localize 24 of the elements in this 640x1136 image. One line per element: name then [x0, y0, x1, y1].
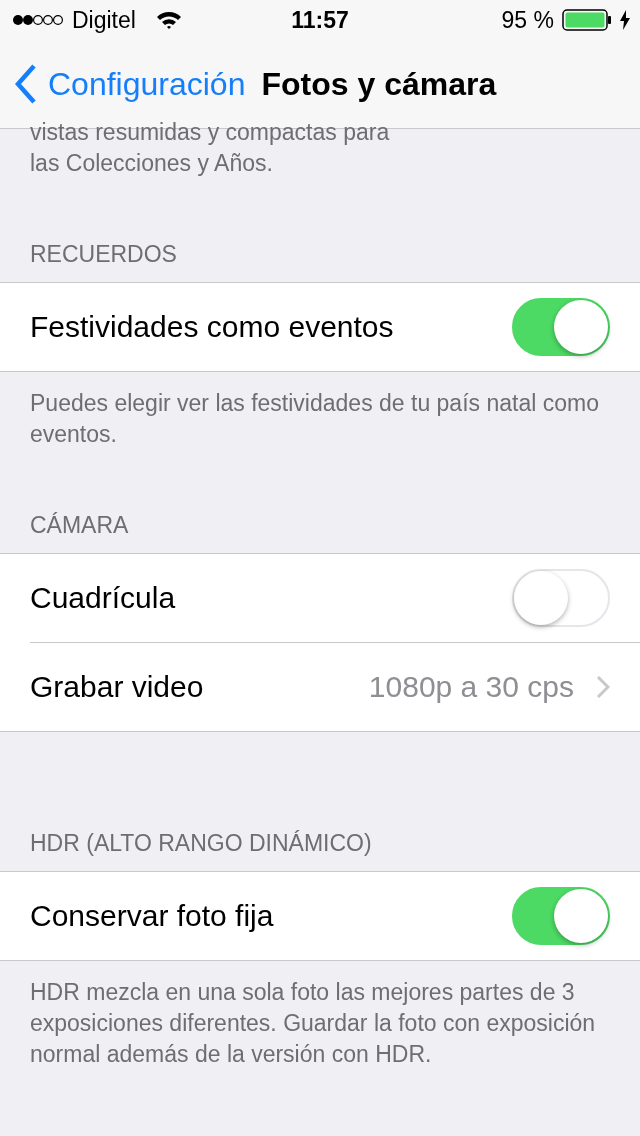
wifi-icon: [155, 10, 182, 30]
clock-time: 11:57: [291, 6, 349, 34]
section-footer: Puedes elegir ver las festividades de tu país natal como eventos.: [0, 372, 640, 450]
section-header: HDR (ALTO RANGO DINÁMICO): [29, 829, 373, 858]
row-label: Cuadrícula: [30, 581, 177, 615]
page-title: Fotos y cámara: [261, 65, 497, 103]
back-button[interactable]: Configuración: [14, 64, 246, 104]
carrier-name: Digitel: [72, 6, 136, 34]
section-footer: HDR mezcla en una sola foto las mejores partes de 3 exposiciones diferentes. Guardar la foto con exposición normal además de la versión con HDR.: [0, 961, 640, 1070]
row-label: Grabar video: [30, 670, 205, 704]
toggle-switch[interactable]: [512, 887, 610, 945]
section-header: CÁMARA: [29, 511, 130, 540]
signal-icon: [12, 14, 64, 26]
toggle-switch[interactable]: [512, 298, 610, 356]
row-label: Conservar foto fija: [30, 899, 275, 933]
back-chevron-icon: [14, 64, 38, 104]
row-value: 1080p a 30 cps: [368, 670, 574, 704]
charging-bolt-icon: [620, 10, 630, 30]
chevron-icon: [596, 675, 610, 699]
battery-percent: 95 %: [501, 6, 554, 34]
row-label: Festividades como eventos: [30, 310, 395, 344]
battery-icon: [562, 9, 612, 31]
section-header: RECUERDOS: [29, 240, 178, 269]
section-footer: vistas resumidas y compactas para las Colecciones y Años.: [0, 101, 640, 179]
